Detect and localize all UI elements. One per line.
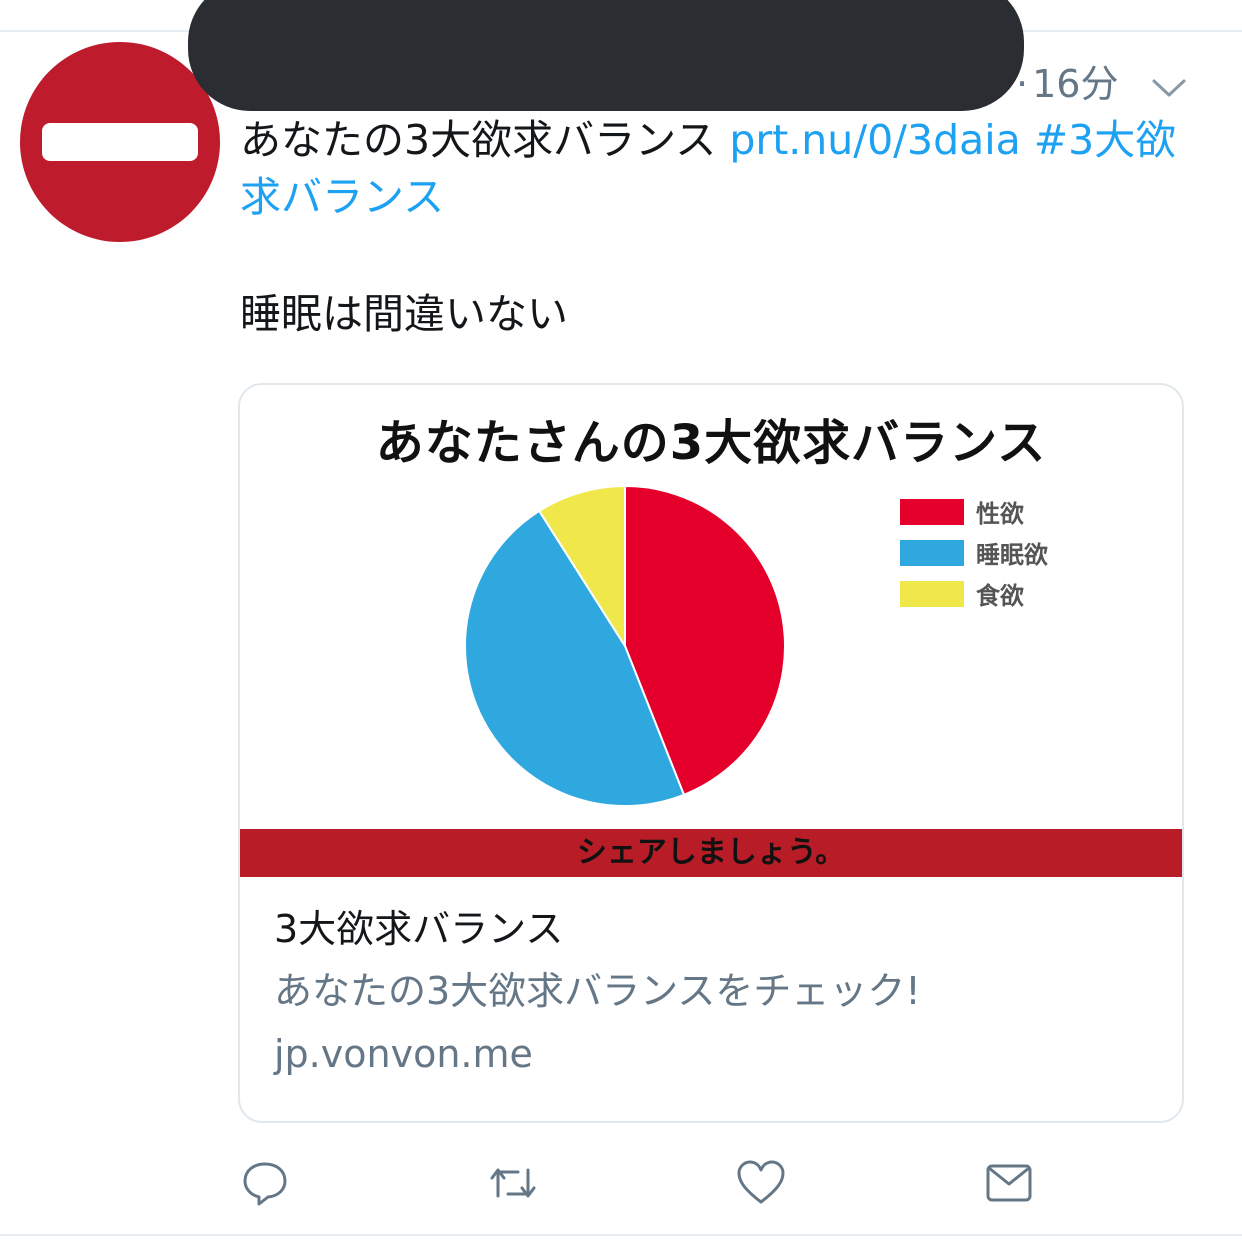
card-description: あなたの3大欲求バランスをチェック! xyxy=(274,969,921,1013)
tweet-actions xyxy=(0,1158,1242,1208)
retweet-icon[interactable] xyxy=(488,1158,538,1208)
tweet-time[interactable]: 16分 xyxy=(1032,60,1118,108)
chart-title: あなたさんの3大欲求バランス xyxy=(375,415,1047,471)
card-title: 3大欲求バランス xyxy=(274,907,564,951)
legend-swatch xyxy=(900,539,964,566)
reply-icon[interactable] xyxy=(240,1158,290,1208)
legend-item: 睡眠欲 xyxy=(900,532,1048,573)
card-info: 3大欲求バランス あなたの3大欲求バランスをチェック! jp.vonvon.me xyxy=(274,899,1154,1085)
bottom-divider xyxy=(0,1234,1242,1236)
heart-icon[interactable] xyxy=(736,1158,786,1208)
tweet-screen: · 16分 あなたの3大欲求バランス prt.nu/0/3daia #3大欲求バ… xyxy=(0,0,1242,1257)
pie-chart xyxy=(464,484,786,807)
meta-separator: · xyxy=(1016,62,1029,106)
tweet-text: あなたの3大欲求バランス prt.nu/0/3daia #3大欲求バランス xyxy=(240,112,1200,226)
legend-label: 性欲 xyxy=(976,500,1024,528)
card-domain: jp.vonvon.me xyxy=(274,1032,533,1076)
link-card[interactable]: あなたさんの3大欲求バランス 性欲睡眠欲食欲 シェアしましょう。 3大欲求バラン… xyxy=(238,383,1184,1123)
legend-label: 食欲 xyxy=(976,582,1024,610)
legend-item: 性欲 xyxy=(900,491,1048,532)
envelope-icon[interactable] xyxy=(984,1158,1034,1208)
card-image: あなたさんの3大欲求バランス 性欲睡眠欲食欲 シェアしましょう。 xyxy=(240,385,1182,879)
legend-swatch xyxy=(900,498,964,525)
tweet-meta: · 16分 xyxy=(1016,60,1118,108)
redacted-username xyxy=(188,0,1024,111)
tweet-note: 睡眠は間違いない xyxy=(240,290,568,338)
avatar[interactable] xyxy=(20,42,220,242)
share-banner: シェアしましょう。 xyxy=(240,829,1182,877)
legend-item: 食欲 xyxy=(900,573,1048,614)
legend-label: 睡眠欲 xyxy=(976,541,1048,569)
chart-legend: 性欲 睡眠欲 食欲 xyxy=(900,491,1048,614)
tweet-text-body: あなたの3大欲求バランス xyxy=(240,116,730,164)
legend-swatch xyxy=(900,580,964,607)
no-entry-sign-icon xyxy=(42,123,198,161)
chevron-down-icon[interactable] xyxy=(1150,76,1188,100)
